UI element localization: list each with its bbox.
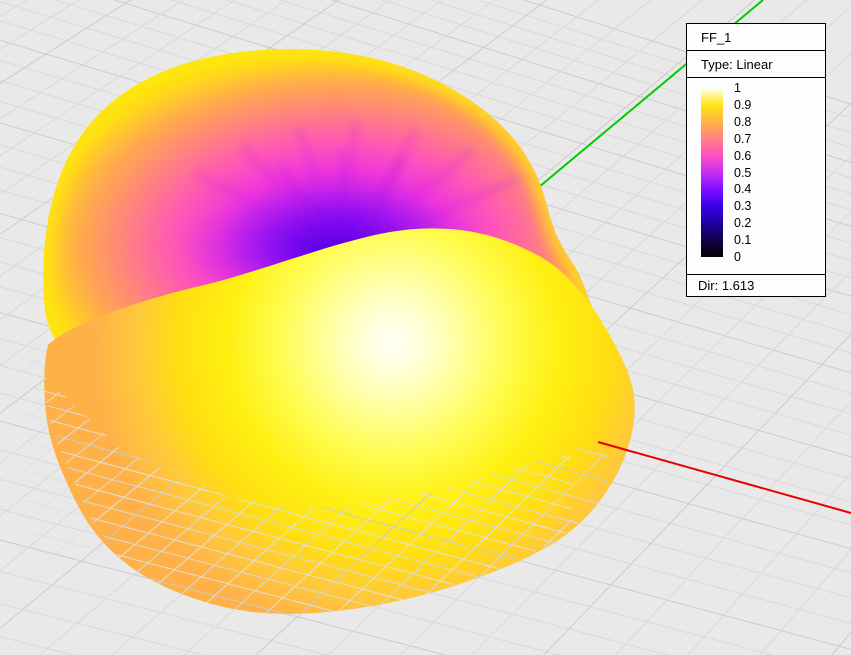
colorbar-tick-label: 0.6 (734, 148, 751, 164)
colorbar-tick-label: 0.3 (734, 198, 751, 214)
colorbar-tick-label: 0.1 (734, 232, 751, 248)
colorbar-tick-label: 0.7 (734, 131, 751, 147)
legend-title: FF_1 (687, 24, 825, 51)
legend-scale-type: Type: Linear (687, 51, 825, 78)
colorbar-tick-label: 0.8 (734, 114, 751, 130)
legend-colorbar-section: 10.90.80.70.60.50.40.30.20.10 (687, 78, 825, 274)
colorbar-tick-label: 0.2 (734, 215, 751, 231)
colorbar-tick-label: 0.5 (734, 165, 751, 181)
colorbar-tick-label: 0 (734, 249, 741, 265)
colorbar-tick-label: 0.4 (734, 181, 751, 197)
legend-directivity: Dir: 1.613 (687, 274, 825, 296)
legend-panel: FF_1 Type: Linear 10.90.80.70.60.50.40.3… (686, 23, 826, 297)
colorbar-tick-label: 0.9 (734, 97, 751, 113)
colorbar-tick-label: 1 (734, 80, 741, 96)
farfield-3d-viewport[interactable]: FF_1 Type: Linear 10.90.80.70.60.50.40.3… (0, 0, 851, 655)
colorbar-gradient (701, 88, 723, 257)
